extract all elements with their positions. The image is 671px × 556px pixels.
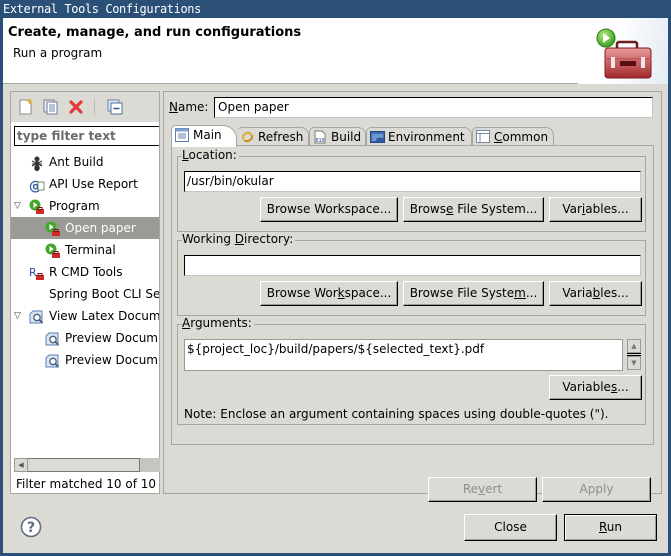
document-preview-icon [29,310,44,324]
collapse-all-icon[interactable] [107,99,123,115]
working-directory-input[interactable] [184,255,641,276]
arguments-note: Note: Enclose an argument containing spa… [184,407,609,421]
ant-icon [31,156,43,171]
expand-toggle-icon[interactable]: ▽ [14,195,26,217]
tab-environment[interactable]: Environment [366,127,472,146]
configuration-list-panel: type filter text Ant Build @ API Use Rep… [10,91,160,494]
tree-item-label: R CMD Tools [49,265,123,279]
tree-item-label: View Latex Docum [49,309,159,323]
location-input[interactable]: /usr/bin/okular [184,171,641,192]
tab-label: Environment [388,130,465,144]
dialog-header: Create, manage, and run configurations R… [3,18,668,84]
toolbox-run-icon [596,28,652,79]
run-button[interactable]: Run [564,514,657,541]
scroll-up-icon[interactable]: ▲ [627,339,641,353]
location-browse-file-system-button[interactable]: Browse File System... [403,197,544,222]
svg-text:R: R [29,266,37,279]
tree-item-ant-build[interactable]: Ant Build [11,151,159,173]
tree-item-label: Spring Boot CLI Se [49,287,159,301]
common-table-icon [476,130,490,143]
refresh-icon [241,131,254,143]
window-title: External Tools Configurations [0,0,671,18]
environment-icon [370,131,385,143]
location-browse-workspace-button[interactable]: Browse Workspace... [260,197,398,222]
config-toolbar [11,92,159,122]
header-subtitle: Run a program [13,46,103,60]
build-binary-icon: 010 [314,130,326,144]
scroll-down-icon[interactable]: ▼ [627,356,641,370]
arguments-input[interactable]: ${project_loc}/build/papers/${selected_t… [184,339,623,371]
tab-label: Build [331,130,362,144]
program-run-icon [45,243,60,258]
dialog-window: External Tools Configurations Create, ma… [0,0,671,556]
configuration-editor-panel: Name: Open paper Main Refresh 010 Build … [163,91,662,502]
program-run-icon [29,199,44,214]
tree-item-label: Ant Build [49,155,104,169]
wd-browse-file-system-button[interactable]: Browse File System... [403,281,544,306]
arguments-scrollbar[interactable]: ▲ ▼ [627,339,641,371]
new-file-icon[interactable] [18,99,34,115]
tab-refresh[interactable]: Refresh [237,127,309,146]
wd-variables-button[interactable]: Variables... [549,281,642,306]
delete-x-icon[interactable] [68,99,84,115]
filter-status: Filter matched 10 of 10 [16,477,157,491]
api-report-icon: @ [29,179,45,193]
working-directory-label: Working Directory: [182,232,296,246]
revert-button[interactable]: Revert [428,477,537,502]
r-tools-icon: R [29,266,44,280]
configuration-tree: Ant Build @ API Use Report ▽ Program Ope… [11,151,159,461]
document-preview-icon [45,354,60,368]
scroll-left-icon[interactable]: ◀ [14,458,28,472]
help-icon[interactable]: ? [20,516,42,538]
location-label: Location: [182,148,239,162]
tree-item-preview-document-2[interactable]: Preview Docum [11,349,159,371]
location-variables-button[interactable]: Variables... [549,197,642,222]
tree-item-open-paper[interactable]: Open paper [11,217,159,239]
tree-item-view-latex-document[interactable]: ▽ View Latex Docum [11,305,159,327]
expand-toggle-icon[interactable]: ▽ [14,305,26,327]
header-title: Create, manage, and run configurations [8,25,302,40]
main-tab-icon [175,128,189,142]
tree-item-label: Open paper [65,221,136,235]
dialog-client: Create, manage, and run configurations R… [3,18,668,553]
horizontal-scrollbar[interactable]: ◀ [14,458,160,472]
tab-label: Common [494,130,549,144]
duplicate-icon[interactable] [43,99,59,115]
program-run-icon [45,221,60,236]
wd-browse-workspace-button[interactable]: Browse Workspace... [260,281,398,306]
tab-label: Refresh [258,130,304,144]
arguments-variables-button[interactable]: Variables... [549,375,642,400]
tree-item-label: Preview Docum [65,331,158,345]
tree-item-label: Preview Docum [65,353,158,367]
tab-bar: Main Refresh 010 Build Environment Commo… [171,125,654,147]
arguments-group: Arguments: ${project_loc}/build/papers/$… [177,316,646,425]
main-tab-content: Location: /usr/bin/okular Browse Workspa… [171,145,654,445]
tree-item-api-use-report[interactable]: @ API Use Report [11,173,159,195]
scrollbar-thumb[interactable] [28,458,140,472]
arguments-label: Arguments: [182,316,254,330]
document-preview-icon [45,332,60,346]
tree-item-preview-document-1[interactable]: Preview Docum [11,327,159,349]
tree-item-r-cmd-tools[interactable]: R R CMD Tools [11,261,159,283]
tree-item-spring-boot-cli[interactable]: Spring Boot CLI Se [11,283,159,305]
working-directory-group: Working Directory: Browse Workspace... B… [177,232,646,316]
toolbar-separator [94,99,95,115]
tree-item-label: Terminal [65,243,116,257]
tab-build[interactable]: 010 Build [309,127,366,146]
tab-main[interactable]: Main [171,125,237,147]
svg-text:010: 010 [316,138,325,144]
tree-item-label: API Use Report [49,177,138,191]
tab-label: Main [193,128,222,142]
location-group: Location: /usr/bin/okular Browse Workspa… [177,148,646,232]
svg-text:?: ? [27,520,35,536]
name-label: Name: [169,100,209,114]
filter-input[interactable]: type filter text [14,126,159,146]
tab-common[interactable]: Common [472,127,554,146]
name-input[interactable]: Open paper [214,97,653,118]
close-button[interactable]: Close [464,514,557,541]
tree-item-program[interactable]: ▽ Program [11,195,159,217]
apply-button[interactable]: Apply [542,477,651,502]
tree-item-label: Program [49,199,100,213]
tree-item-terminal[interactable]: Terminal [11,239,159,261]
